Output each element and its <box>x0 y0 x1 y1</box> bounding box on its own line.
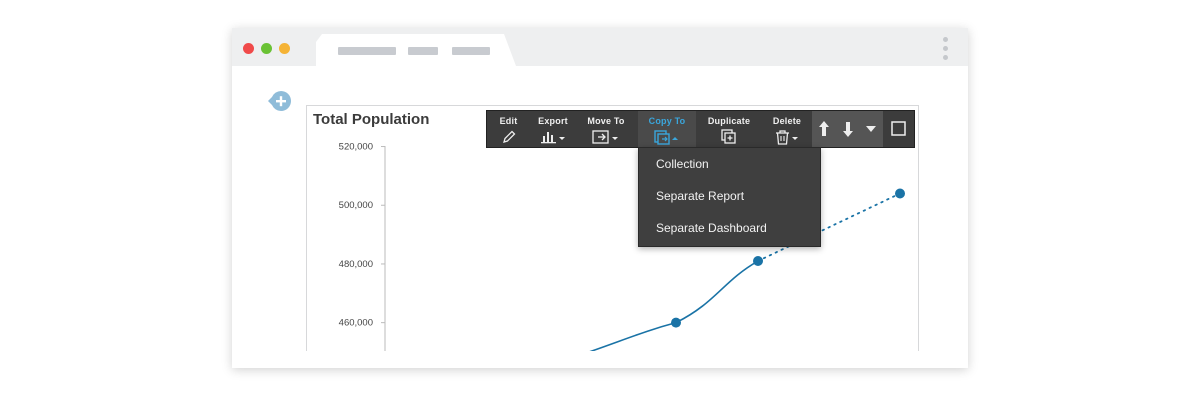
export-label: Export <box>538 116 568 126</box>
widget-toolbar: Edit Export Move To Copy To Duplicate De… <box>486 110 915 148</box>
data-point[interactable] <box>753 256 763 267</box>
data-point[interactable] <box>895 188 905 199</box>
close-window-button[interactable] <box>243 43 254 54</box>
y-tick-label: 500,000 <box>339 200 373 211</box>
move-up-button[interactable] <box>812 111 836 147</box>
move-icon <box>592 130 618 144</box>
plus-icon <box>268 91 291 111</box>
duplicate-button[interactable]: Duplicate <box>696 111 762 147</box>
zoom-window-button[interactable] <box>279 43 290 54</box>
arrow-up-icon <box>819 121 829 136</box>
delete-button[interactable]: Delete <box>762 111 812 147</box>
browser-window: Total Population 520,000 500,000 480,000 46… <box>232 28 968 368</box>
menu-item-separate-dashboard[interactable]: Separate Dashboard <box>656 221 767 235</box>
tab-placeholder-bar <box>338 47 396 55</box>
pencil-icon <box>502 130 515 143</box>
arrow-down-icon <box>843 122 853 137</box>
move-down-button[interactable] <box>836 111 860 147</box>
copy-to-button[interactable]: Copy To <box>638 111 696 147</box>
data-point[interactable] <box>671 317 681 328</box>
copy-icon <box>654 130 678 145</box>
tab-placeholder-bar <box>452 47 490 55</box>
duplicate-label: Duplicate <box>707 116 751 126</box>
reorder-controls <box>812 111 883 147</box>
browser-tab[interactable] <box>316 34 516 66</box>
copy-to-menu: Collection Separate Report Separate Dash… <box>638 147 821 247</box>
reorder-menu-button[interactable] <box>860 111 883 147</box>
title-bar <box>232 28 968 66</box>
bar-chart-icon <box>541 132 565 144</box>
edit-label: Edit <box>499 116 518 126</box>
export-button[interactable]: Export <box>530 111 576 147</box>
duplicate-icon <box>721 129 736 144</box>
more-options-icon[interactable] <box>942 37 950 61</box>
chevron-down-icon <box>866 126 876 132</box>
menu-item-separate-report[interactable]: Separate Report <box>656 189 744 203</box>
menu-item-collection[interactable]: Collection <box>656 157 709 171</box>
edit-button[interactable]: Edit <box>487 111 530 147</box>
tab-placeholder-bar <box>408 47 438 55</box>
trash-icon <box>776 130 798 145</box>
move-to-button[interactable]: Move To <box>576 111 636 147</box>
minimize-window-button[interactable] <box>261 43 272 54</box>
move-to-label: Move To <box>587 116 625 126</box>
add-widget-button[interactable] <box>268 90 294 112</box>
y-tick-label: 480,000 <box>339 259 373 270</box>
select-checkbox[interactable] <box>883 111 914 147</box>
copy-to-label: Copy To <box>648 116 686 126</box>
checkbox-icon <box>891 121 906 136</box>
y-tick-label: 460,000 <box>339 318 373 329</box>
series-line <box>589 260 759 351</box>
y-tick-label: 520,000 <box>339 142 373 153</box>
delete-label: Delete <box>772 116 802 126</box>
